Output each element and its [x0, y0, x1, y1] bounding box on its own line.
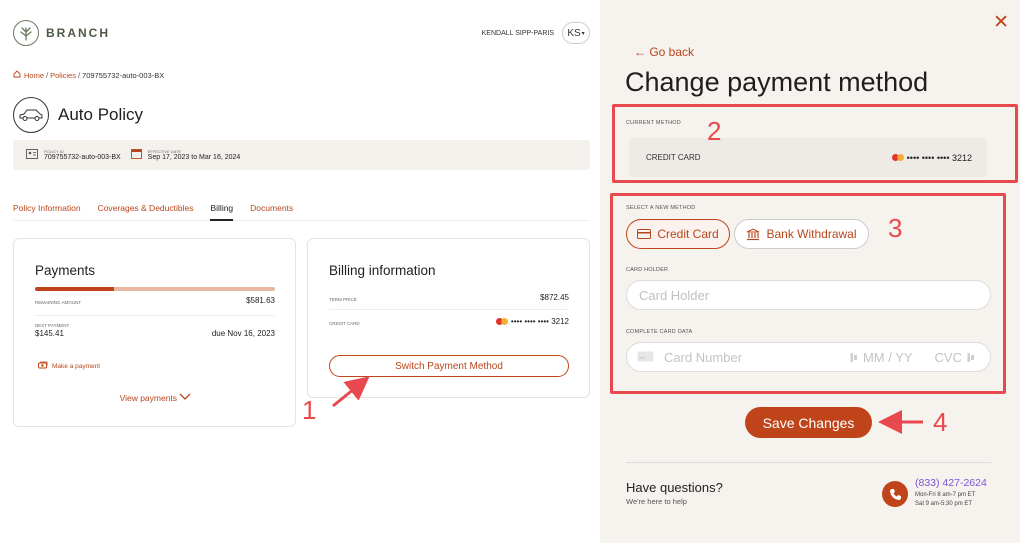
annotation-arrow-switch — [332, 376, 923, 434]
